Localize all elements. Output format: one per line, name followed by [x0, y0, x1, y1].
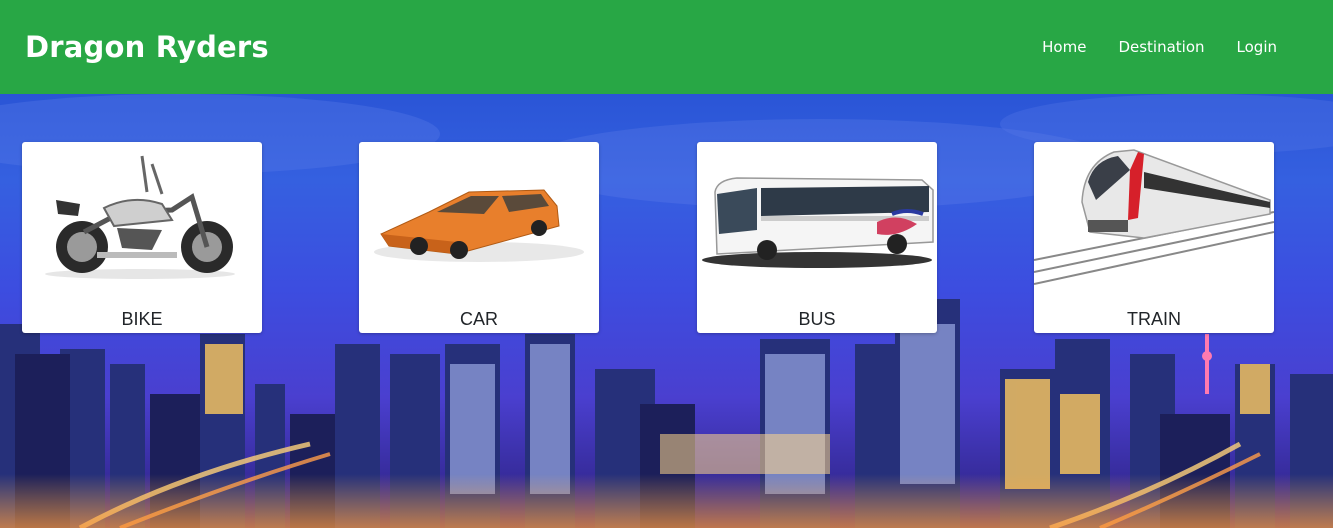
- train-card[interactable]: TRAIN: [1034, 142, 1274, 333]
- bus-card-label: BUS: [798, 309, 836, 329]
- nav-login-link[interactable]: Login: [1237, 38, 1277, 56]
- bus-icon: [702, 177, 934, 268]
- nav-destination-link[interactable]: Destination: [1118, 38, 1204, 56]
- nav-links: Home Destination Login: [1042, 38, 1277, 56]
- bike-card[interactable]: BIKE: [22, 142, 262, 333]
- train-icon: [1034, 149, 1274, 285]
- train-card-label: TRAIN: [1127, 309, 1181, 329]
- car-card[interactable]: CAR: [359, 142, 599, 333]
- car-card-label: CAR: [459, 309, 498, 329]
- nav-home-link[interactable]: Home: [1042, 38, 1086, 56]
- bike-card-label: BIKE: [121, 309, 163, 329]
- car-icon: [374, 189, 584, 262]
- bus-card[interactable]: BUS: [697, 142, 937, 333]
- top-navbar: Dragon Ryders Home Destination Login: [0, 0, 1333, 94]
- brand-title[interactable]: Dragon Ryders: [25, 30, 269, 64]
- motorcycle-icon: [45, 155, 235, 279]
